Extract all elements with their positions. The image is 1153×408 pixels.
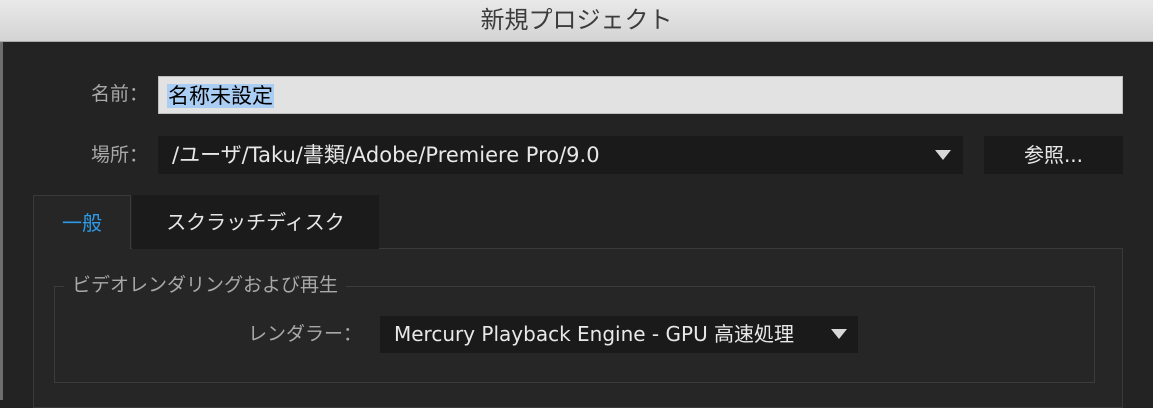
location-value: /ユーザ/Taku/書類/Adobe/Premiere Pro/9.0 [172,143,600,167]
renderer-value: Mercury Playback Engine - GPU 高速処理 [394,322,795,346]
video-rendering-group-title: ビデオレンダリングおよび再生 [64,272,347,298]
name-label: 名前： [91,83,149,105]
tab-scratch-disks[interactable]: スクラッチディスク [132,195,379,249]
project-name-value: 名称未設定 [167,84,274,108]
chevron-down-icon [831,329,847,339]
chevron-down-icon [935,150,951,160]
tab-general[interactable]: 一般 [33,195,131,249]
location-dropdown[interactable]: /ユーザ/Taku/書類/Adobe/Premiere Pro/9.0 [158,136,963,174]
renderer-label: レンダラー： [248,323,363,345]
window-title: 新規プロジェクト [480,6,673,34]
project-name-input[interactable]: 名称未設定 [158,76,1123,114]
browse-button[interactable]: 参照... [984,136,1123,174]
renderer-dropdown[interactable]: Mercury Playback Engine - GPU 高速処理 [380,316,858,353]
title-bar: 新規プロジェクト [0,0,1153,42]
location-label: 場所： [91,144,149,166]
